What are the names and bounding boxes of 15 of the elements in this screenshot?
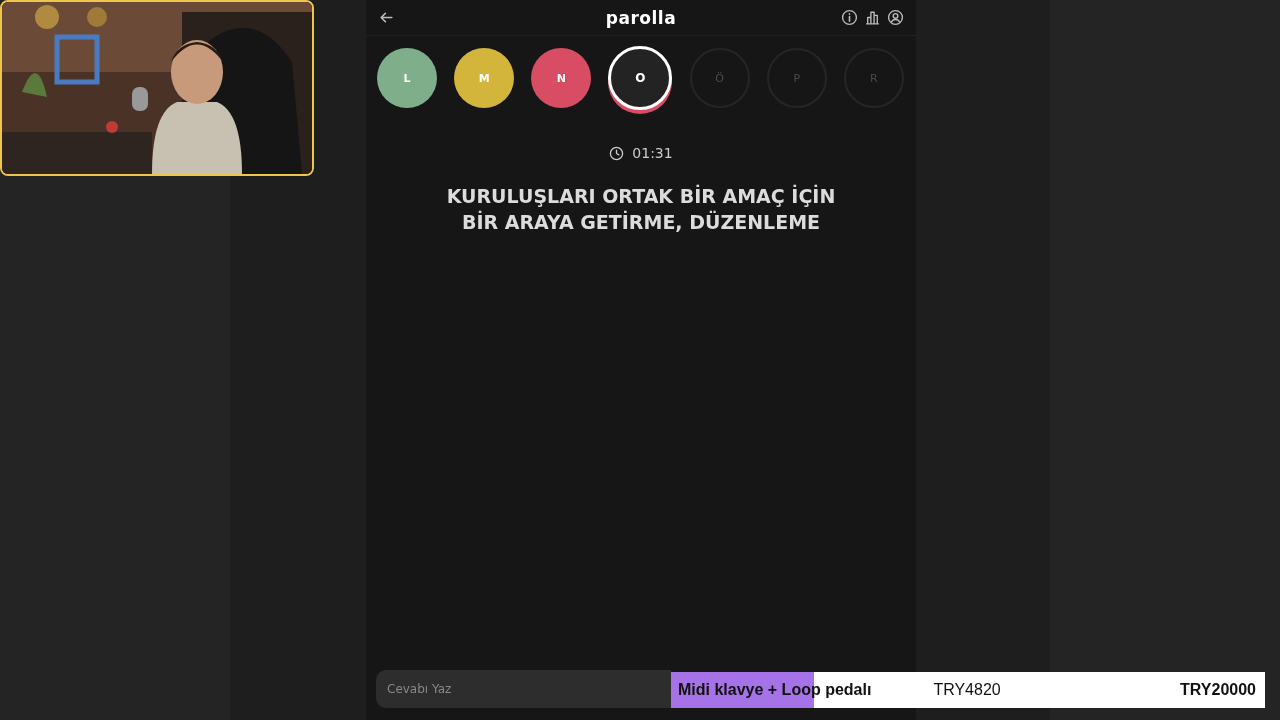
letter-circle: M [454,48,515,108]
clock-icon [609,145,625,161]
letter-circle: O [608,46,673,110]
back-arrow-icon[interactable] [378,9,395,26]
user-icon[interactable] [887,9,904,26]
goal-target-amount: TRY20000 [1180,681,1257,699]
question-text: KURULUŞLARI ORTAK BİR AMAÇ İÇİN BİR ARAYA GETİRME, DÜZENLEME [445,183,837,235]
info-icon[interactable] [841,9,858,26]
letter-circle: L [377,48,437,108]
goal-raised-amount: TRY4820 [933,681,1001,699]
app-title: parolla [605,7,677,28]
answer-field[interactable]: Cevabı Yaz [376,670,671,708]
letter-circle: N [531,48,592,108]
bar-chart-icon[interactable] [864,9,881,26]
timer-text: 01:31 [632,145,673,161]
